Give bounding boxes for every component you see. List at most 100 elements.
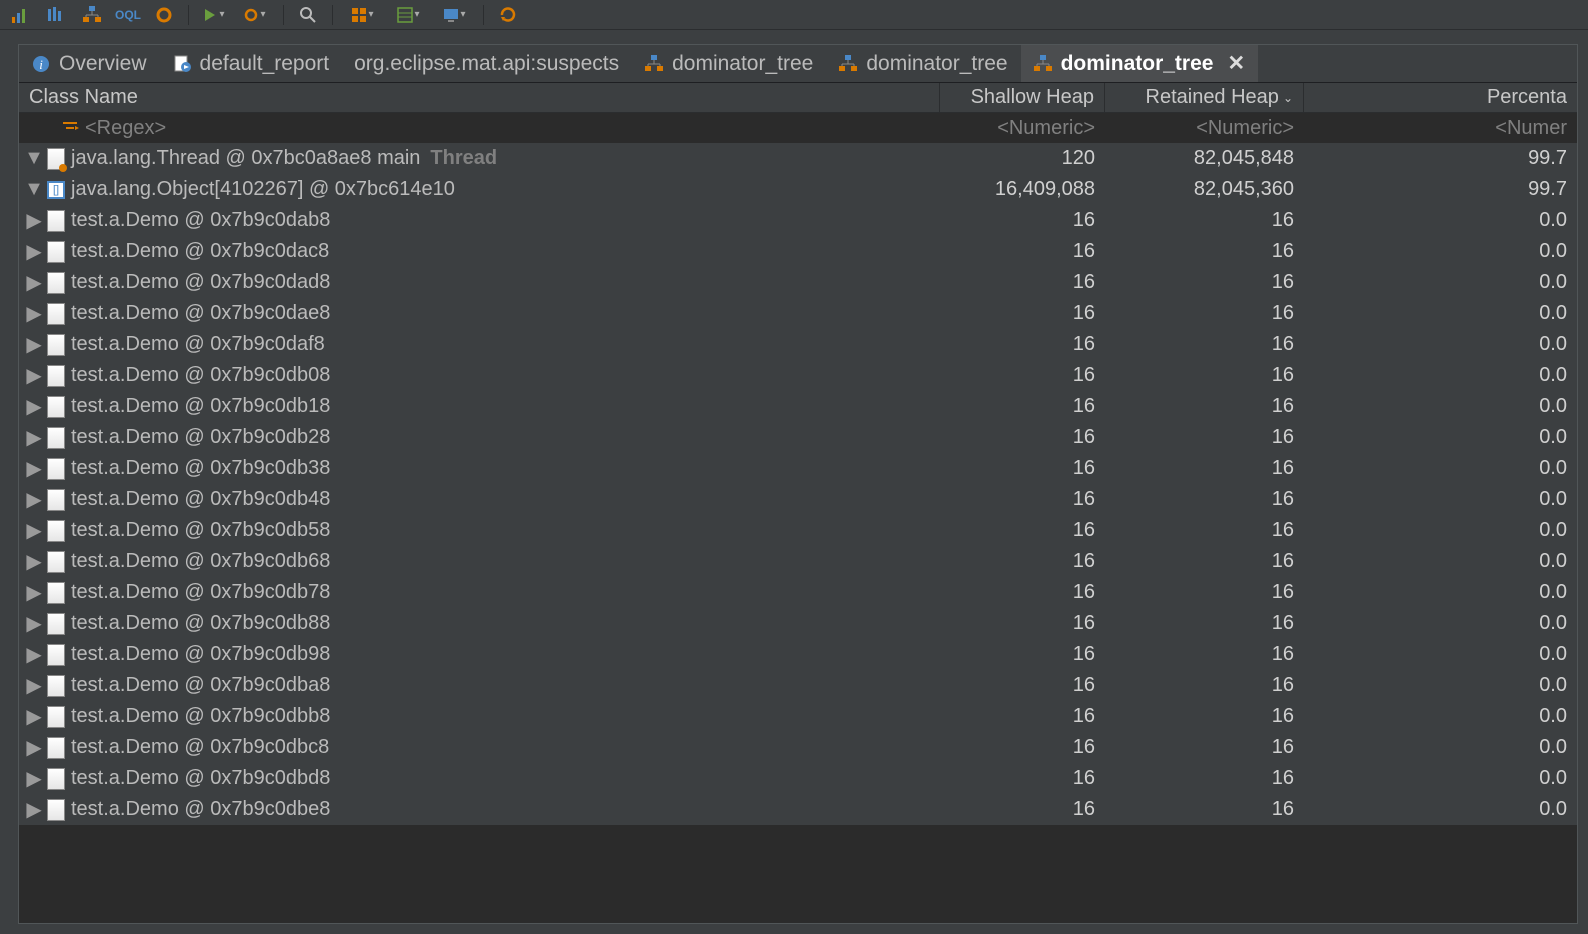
- tree-icon: [644, 54, 664, 74]
- expander-icon[interactable]: ▶: [27, 214, 41, 228]
- expander-icon[interactable]: ▶: [27, 462, 41, 476]
- row-shallow: 16,409,088: [940, 178, 1105, 201]
- toolbar-screen-icon[interactable]: ▾: [437, 3, 471, 27]
- expander-icon[interactable]: ▶: [27, 648, 41, 662]
- tree-icon: [838, 54, 858, 74]
- expander-icon[interactable]: ▶: [27, 400, 41, 414]
- class-file-icon: [47, 365, 65, 387]
- row-percent: 0.0: [1304, 767, 1577, 790]
- toolbar-grid-icon[interactable]: ▾: [345, 3, 379, 27]
- table-row[interactable]: ▶test.a.Demo @ 0x7b9c0db1816160.0: [19, 391, 1577, 422]
- expander-icon[interactable]: ▶: [27, 679, 41, 693]
- expander-icon[interactable]: ▶: [27, 617, 41, 631]
- expander-icon[interactable]: ▶: [27, 338, 41, 352]
- row-retained: 16: [1105, 457, 1304, 480]
- expander-icon[interactable]: ▶: [27, 369, 41, 383]
- row-shallow: 16: [940, 643, 1105, 666]
- filter-shallow[interactable]: <Numeric>: [940, 113, 1105, 143]
- expander-icon[interactable]: ▶: [27, 307, 41, 321]
- toolbar-table-icon[interactable]: ▾: [391, 3, 425, 27]
- class-file-icon: [47, 241, 65, 263]
- toolbar-chart-icon[interactable]: [8, 3, 32, 27]
- row-percent: 0.0: [1304, 550, 1577, 573]
- table-row[interactable]: ▶test.a.Demo @ 0x7b9c0dba816160.0: [19, 670, 1577, 701]
- expander-icon[interactable]: ▶: [27, 555, 41, 569]
- row-percent: 0.0: [1304, 705, 1577, 728]
- row-shallow: 16: [940, 705, 1105, 728]
- table-row[interactable]: ▶test.a.Demo @ 0x7b9c0dbe816160.0: [19, 794, 1577, 825]
- toolbar-bars-icon[interactable]: [44, 3, 68, 27]
- close-icon[interactable]: ✕: [1227, 51, 1245, 76]
- row-shallow: 16: [940, 271, 1105, 294]
- row-name: test.a.Demo @ 0x7b9c0db68: [71, 550, 330, 573]
- tab-dominator-tree[interactable]: dominator_tree: [632, 45, 826, 82]
- table-row[interactable]: ▶test.a.Demo @ 0x7b9c0db8816160.0: [19, 608, 1577, 639]
- column-percentage[interactable]: Percenta: [1304, 83, 1577, 112]
- table-row[interactable]: ▶test.a.Demo @ 0x7b9c0dab816160.0: [19, 205, 1577, 236]
- table-row[interactable]: ▶test.a.Demo @ 0x7b9c0db9816160.0: [19, 639, 1577, 670]
- row-shallow: 16: [940, 767, 1105, 790]
- table-row[interactable]: ▶test.a.Demo @ 0x7b9c0db4816160.0: [19, 484, 1577, 515]
- table-row[interactable]: ▶test.a.Demo @ 0x7b9c0db0816160.0: [19, 360, 1577, 391]
- table-row[interactable]: ▶test.a.Demo @ 0x7b9c0daf816160.0: [19, 329, 1577, 360]
- row-percent: 99.7: [1304, 178, 1577, 201]
- filter-percent[interactable]: <Numer: [1304, 113, 1577, 143]
- tab-dominator-tree[interactable]: dominator_tree: [826, 45, 1020, 82]
- tree-body: ▼java.lang.Thread @ 0x7bc0a8ae8 mainThre…: [19, 143, 1577, 825]
- class-file-icon: [47, 644, 65, 666]
- toolbar-tree-icon[interactable]: [80, 3, 104, 27]
- filter-regex[interactable]: <Regex>: [85, 117, 166, 140]
- row-retained: 16: [1105, 581, 1304, 604]
- expander-icon[interactable]: ▶: [27, 245, 41, 259]
- table-row[interactable]: ▼java.lang.Thread @ 0x7bc0a8ae8 mainThre…: [19, 143, 1577, 174]
- toolbar-run-icon[interactable]: ▾: [201, 3, 225, 27]
- column-shallow-heap[interactable]: Shallow Heap: [940, 83, 1105, 112]
- table-row[interactable]: ▶test.a.Demo @ 0x7b9c0dac816160.0: [19, 236, 1577, 267]
- row-retained: 16: [1105, 488, 1304, 511]
- toolbar-search-icon[interactable]: [296, 3, 320, 27]
- table-row[interactable]: ▶test.a.Demo @ 0x7b9c0db2816160.0: [19, 422, 1577, 453]
- row-percent: 0.0: [1304, 271, 1577, 294]
- toolbar-rungear-icon[interactable]: ▾: [237, 3, 271, 27]
- tab-dominator-tree[interactable]: dominator_tree ✕: [1021, 45, 1258, 82]
- row-name: test.a.Demo @ 0x7b9c0dbe8: [71, 798, 330, 821]
- expander-icon[interactable]: ▼: [27, 183, 41, 197]
- table-row[interactable]: ▶test.a.Demo @ 0x7b9c0db6816160.0: [19, 546, 1577, 577]
- table-row[interactable]: ▶test.a.Demo @ 0x7b9c0dae816160.0: [19, 298, 1577, 329]
- table-row[interactable]: ▶test.a.Demo @ 0x7b9c0db3816160.0: [19, 453, 1577, 484]
- expander-icon[interactable]: ▶: [27, 431, 41, 445]
- expander-icon[interactable]: ▶: [27, 803, 41, 817]
- table-row[interactable]: ▶test.a.Demo @ 0x7b9c0dbc816160.0: [19, 732, 1577, 763]
- column-class-name[interactable]: Class Name: [19, 83, 940, 112]
- expander-icon[interactable]: ▶: [27, 276, 41, 290]
- table-row[interactable]: ▶test.a.Demo @ 0x7b9c0dbb816160.0: [19, 701, 1577, 732]
- tab-default-report[interactable]: default_report: [160, 45, 343, 82]
- filter-retained[interactable]: <Numeric>: [1105, 113, 1304, 143]
- table-row[interactable]: ▶test.a.Demo @ 0x7b9c0db7816160.0: [19, 577, 1577, 608]
- row-name: test.a.Demo @ 0x7b9c0db48: [71, 488, 330, 511]
- expander-icon[interactable]: ▶: [27, 524, 41, 538]
- row-retained: 16: [1105, 302, 1304, 325]
- expander-icon[interactable]: ▼: [27, 152, 41, 166]
- tab-org-eclipse-mat-api-suspects[interactable]: org.eclipse.mat.api:suspects: [342, 45, 632, 82]
- table-row[interactable]: ▶test.a.Demo @ 0x7b9c0db5816160.0: [19, 515, 1577, 546]
- toolbar-gear-icon[interactable]: [152, 3, 176, 27]
- expander-icon[interactable]: ▶: [27, 710, 41, 724]
- tab-label: dominator_tree: [1061, 52, 1214, 76]
- expander-icon[interactable]: ▶: [27, 493, 41, 507]
- expander-icon[interactable]: ▶: [27, 586, 41, 600]
- column-retained-heap[interactable]: Retained Heap⌄: [1105, 83, 1304, 112]
- expander-icon[interactable]: ▶: [27, 772, 41, 786]
- table-row[interactable]: ▶test.a.Demo @ 0x7b9c0dbd816160.0: [19, 763, 1577, 794]
- row-percent: 0.0: [1304, 612, 1577, 635]
- toolbar-refresh-icon[interactable]: [496, 3, 520, 27]
- tab-overview[interactable]: iOverview: [19, 45, 160, 82]
- table-row[interactable]: ▼[]java.lang.Object[4102267] @ 0x7bc614e…: [19, 174, 1577, 205]
- table-row[interactable]: ▶test.a.Demo @ 0x7b9c0dad816160.0: [19, 267, 1577, 298]
- row-retained: 16: [1105, 364, 1304, 387]
- class-file-icon: [47, 706, 65, 728]
- class-file-icon: [47, 458, 65, 480]
- expander-icon[interactable]: ▶: [27, 741, 41, 755]
- toolbar-oql-icon[interactable]: OQL: [116, 3, 140, 27]
- row-name: test.a.Demo @ 0x7b9c0db08: [71, 364, 330, 387]
